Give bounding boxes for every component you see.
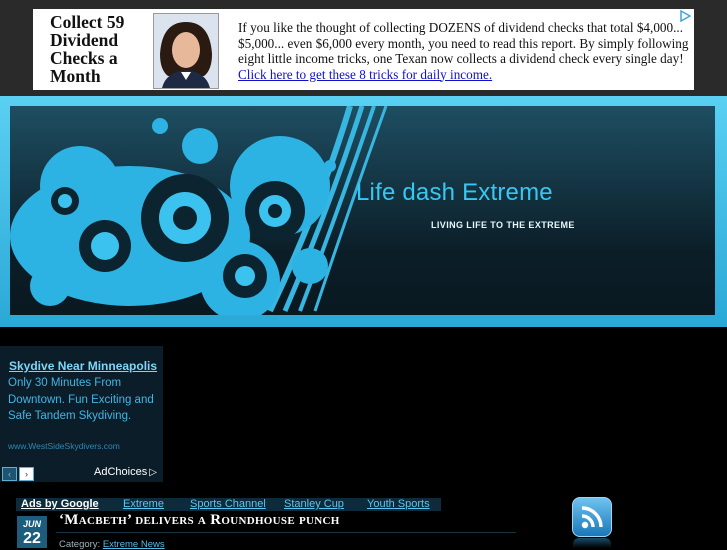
- side-ad-text[interactable]: Only 30 Minutes From Downtown. Fun Excit…: [8, 375, 158, 425]
- post-date-badge: JUN 22: [17, 516, 47, 548]
- adchoices-label: AdChoices: [94, 466, 148, 478]
- site-title[interactable]: Life dash Extreme: [356, 179, 553, 207]
- link-stanley-cup[interactable]: Stanley Cup: [284, 498, 344, 511]
- adchoices-link[interactable]: AdChoices ▷: [94, 466, 157, 478]
- top-ad-area: Collect 59 Dividend Checks a Month If yo…: [0, 0, 727, 96]
- splash-graphic: [10, 106, 388, 315]
- post-day: 22: [23, 530, 41, 547]
- dividend-ad-banner[interactable]: Collect 59 Dividend Checks a Month If yo…: [33, 9, 694, 90]
- post-title[interactable]: ‘Macbeth’ delivers a Roundhouse punch: [59, 512, 340, 529]
- site-header: Life dash Extreme LIVING LIFE TO THE EXT…: [0, 96, 727, 327]
- ad-headline[interactable]: Collect 59 Dividend Checks a Month: [50, 13, 160, 85]
- link-sports-channel[interactable]: Sports Channel: [190, 498, 266, 511]
- skydive-ad[interactable]: Skydive Near Minneapolis Only 30 Minutes…: [0, 346, 163, 482]
- site-tagline: LIVING LIFE TO THE EXTREME: [431, 220, 575, 230]
- ad-body-text: If you like the thought of collecting DO…: [238, 20, 693, 82]
- link-youth-sports[interactable]: Youth Sports: [367, 498, 430, 511]
- header-banner: Life dash Extreme LIVING LIFE TO THE EXT…: [10, 106, 715, 315]
- side-ad-url[interactable]: www.WestSideSkydivers.com: [8, 441, 120, 451]
- google-link-bar: Ads by Google Extreme Sports Channel Sta…: [16, 498, 441, 511]
- rss-feed-icon[interactable]: [572, 497, 612, 537]
- link-extreme[interactable]: Extreme: [123, 498, 164, 511]
- ads-by-google-link[interactable]: Ads by Google: [21, 498, 99, 511]
- rss-reflection: [573, 538, 611, 548]
- side-ad-title[interactable]: Skydive Near Minneapolis: [9, 359, 157, 373]
- adchoices-triangle-icon: ▷: [149, 467, 157, 478]
- ad-body-copy: If you like the thought of collecting DO…: [238, 20, 689, 66]
- next-ad-button[interactable]: ›: [19, 467, 34, 481]
- ad-photo[interactable]: [153, 13, 219, 89]
- post-divider: [56, 532, 516, 533]
- prev-ad-button[interactable]: ‹: [2, 467, 17, 481]
- ad-cta-link[interactable]: Click here to get these 8 tricks for dai…: [238, 67, 492, 82]
- adchoices-triangle-icon[interactable]: [678, 9, 692, 23]
- post-month: JUN: [22, 519, 41, 529]
